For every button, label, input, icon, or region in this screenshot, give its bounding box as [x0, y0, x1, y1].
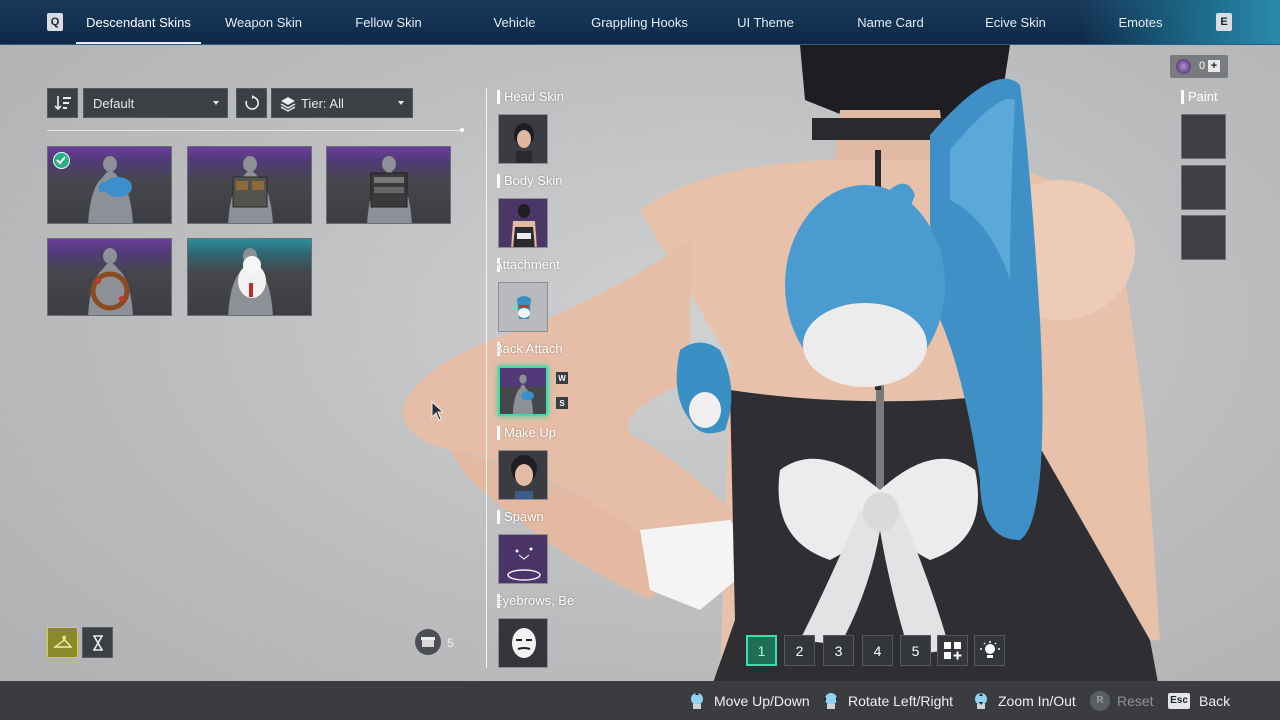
tab-emotes[interactable]: Emotes — [1078, 0, 1203, 44]
hint-rotate-label: Rotate Left/Right — [848, 692, 954, 709]
hint-reset-label: Reset — [1117, 692, 1154, 709]
wardrobe-mode-button[interactable] — [47, 627, 78, 658]
item-card-wreath[interactable] — [47, 238, 172, 316]
hint-reset[interactable]: R Reset — [1090, 681, 1154, 720]
slot-down-key: S — [556, 397, 568, 409]
tab-weapon-skin[interactable]: Weapon Skin — [201, 0, 326, 44]
next-tab-key[interactable]: E — [1216, 13, 1232, 31]
hint-zoom-label: Zoom In/Out — [998, 692, 1076, 709]
preset-5-button[interactable]: 5 — [900, 635, 931, 666]
sort-dropdown-value: Default — [93, 95, 135, 111]
slot-head-skin[interactable] — [498, 114, 548, 164]
hint-move-label: Move Up/Down — [714, 692, 810, 709]
tab-name-card[interactable]: Name Card — [828, 0, 953, 44]
tab-descendant-skins[interactable]: Descendant Skins — [76, 0, 201, 44]
slot-body-skin[interactable] — [498, 198, 548, 248]
preset-2-button[interactable]: 2 — [784, 635, 815, 666]
divider-dot — [460, 128, 464, 132]
r-button-icon: R — [1090, 690, 1110, 711]
preset-3-button[interactable]: 3 — [823, 635, 854, 666]
slot-back-attach[interactable] — [498, 366, 548, 416]
currency-display[interactable]: 0 + — [1170, 55, 1228, 78]
zoom-stick-icon — [971, 691, 991, 711]
tab-grappling-hooks[interactable]: Grappling Hooks — [577, 0, 702, 44]
hint-back-label: Back — [1199, 692, 1231, 709]
sort-icon — [53, 96, 71, 111]
face-head-icon — [499, 619, 547, 667]
armored-backpack-thumbnail — [367, 156, 412, 223]
tab-ecive-skin[interactable]: Ecive Skin — [953, 0, 1078, 44]
slot-label-attachment: Attachment — [497, 257, 577, 273]
left-stick-icon — [687, 691, 707, 711]
hourglass-icon — [92, 634, 103, 651]
hint-zoom: Zoom In/Out — [971, 681, 1076, 720]
equipped-check-icon — [53, 152, 70, 169]
tab-fellow-skin[interactable]: Fellow Skin — [326, 0, 451, 44]
slot-label-eyebrows: Eyebrows, Be — [497, 593, 577, 609]
slot-eyebrows[interactable] — [498, 618, 548, 668]
paint-label: Paint — [1181, 89, 1241, 105]
reset-filter-button[interactable] — [236, 88, 267, 118]
refresh-icon — [244, 95, 259, 110]
polar-bear-thumbnail — [228, 248, 273, 315]
mouse-cursor-icon — [431, 401, 445, 421]
tab-ui-theme[interactable]: UI Theme — [703, 0, 828, 44]
slot-label-back-attach: Back Attach — [497, 341, 577, 357]
slot-make-up[interactable] — [498, 450, 548, 500]
body-skin-thumbnail — [499, 199, 547, 247]
item-card-tactical-pack-1[interactable] — [187, 146, 312, 224]
add-currency-button[interactable]: + — [1208, 60, 1220, 72]
tab-vehicle[interactable]: Vehicle — [452, 0, 577, 44]
paint-slot-2[interactable] — [1181, 165, 1226, 210]
slot-label-head-skin: Head Skin — [497, 89, 577, 105]
slot-label-body-skin: Body Skin — [497, 173, 577, 189]
item-card-polar-bear[interactable] — [187, 238, 312, 316]
paint-slot-1[interactable] — [1181, 114, 1226, 159]
history-mode-button[interactable] — [82, 627, 113, 658]
make-up-thumbnail — [499, 451, 547, 499]
esc-key-icon: Esc — [1168, 692, 1190, 709]
layers-icon — [280, 97, 296, 112]
slot-label-make-up: Make Up — [497, 425, 577, 441]
sort-order-button[interactable] — [47, 88, 78, 118]
divider — [47, 130, 463, 131]
preset-1-button[interactable]: 1 — [746, 635, 777, 666]
slot-up-key: W — [556, 372, 568, 384]
attachment-thumbnail — [499, 283, 547, 331]
inventory-count: 5 — [447, 636, 454, 650]
wreath-thumbnail — [88, 248, 133, 315]
grid-plus-icon — [943, 641, 961, 659]
tier-dropdown[interactable]: Tier: All — [271, 88, 413, 118]
sort-dropdown[interactable]: Default — [83, 88, 228, 118]
chevron-down-icon — [398, 101, 404, 105]
light-icon — [979, 640, 1000, 658]
back-attach-thumbnail — [500, 368, 546, 414]
chevron-down-icon — [213, 101, 219, 105]
prev-tab-key[interactable]: Q — [47, 13, 63, 31]
slot-rail — [486, 88, 487, 668]
hint-move: Move Up/Down — [687, 681, 810, 720]
tactical-backpack-thumbnail — [228, 156, 273, 223]
add-preset-button[interactable] — [937, 635, 968, 666]
hint-back[interactable]: Esc Back — [1168, 681, 1230, 720]
right-stick-icon — [821, 691, 841, 711]
coin-icon — [1176, 59, 1191, 74]
item-card-shark-plush[interactable] — [47, 146, 172, 224]
paint-slot-3[interactable] — [1181, 215, 1226, 260]
slot-attachment[interactable] — [498, 282, 548, 332]
head-skin-thumbnail — [499, 115, 547, 163]
spawn-thumbnail — [499, 535, 547, 583]
currency-amount: 0 — [1199, 60, 1206, 72]
lighting-button[interactable] — [974, 635, 1005, 666]
control-hints-bar: Move Up/Down Rotate Left/Right Zoom In/O… — [0, 681, 1280, 720]
item-card-tactical-pack-2[interactable] — [326, 146, 451, 224]
inventory-box-icon — [415, 629, 441, 655]
hanger-icon — [52, 635, 73, 648]
tier-dropdown-value: Tier: All — [301, 95, 344, 111]
slot-spawn[interactable] — [498, 534, 548, 584]
hint-rotate: Rotate Left/Right — [821, 681, 953, 720]
slot-label-spawn: Spawn — [497, 509, 577, 525]
preset-4-button[interactable]: 4 — [862, 635, 893, 666]
top-navigation-bar: Q Descendant Skins Weapon Skin Fellow Sk… — [0, 0, 1280, 45]
